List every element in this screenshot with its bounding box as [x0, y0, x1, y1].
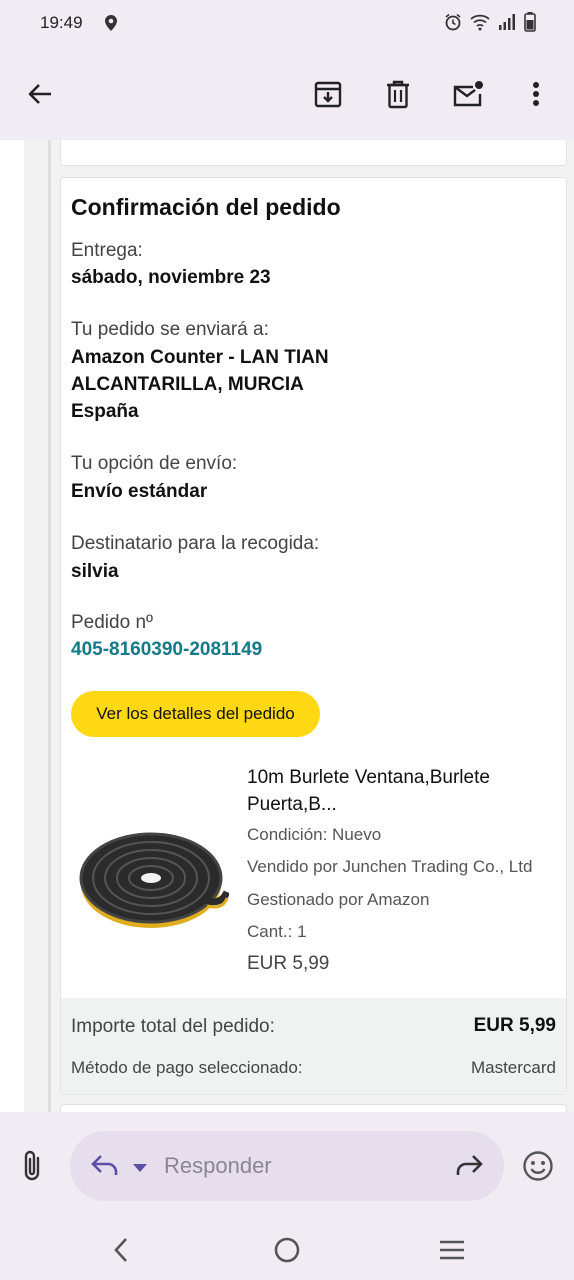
recipient-name: silvia	[71, 561, 119, 582]
reply-placeholder: Responder	[164, 1153, 272, 1178]
reply-bar: Responder	[0, 1112, 574, 1220]
reply-icon[interactable]	[90, 1151, 120, 1184]
product-quantity: Cant.: 1	[247, 922, 307, 941]
archive-icon[interactable]	[308, 74, 348, 114]
order-title: Confirmación del pedido	[71, 194, 341, 220]
email-toolbar	[0, 48, 574, 140]
order-number-link[interactable]: 405-8160390-2081149	[71, 639, 262, 661]
ship-to-label: Tu pedido se enviará a:	[71, 319, 269, 340]
forward-icon[interactable]	[454, 1152, 484, 1183]
order-number-label: Pedido nº	[71, 612, 153, 633]
mark-unread-icon[interactable]	[448, 74, 488, 114]
emoji-icon[interactable]	[522, 1150, 554, 1187]
more-vert-icon[interactable]	[516, 74, 556, 114]
shipping-option: Envío estándar	[71, 481, 208, 502]
delivery-date: sábado, noviembre 23	[71, 267, 271, 288]
order-confirmation-card: Confirmación del pedido Entrega: sábado,…	[60, 177, 567, 1095]
dropdown-icon[interactable]	[132, 1160, 148, 1178]
back-arrow-icon[interactable]	[20, 74, 60, 114]
nav-home-icon[interactable]	[262, 1230, 312, 1270]
delivery-label: Entrega:	[71, 240, 143, 261]
product-fulfilled: Gestionado por Amazon	[247, 890, 430, 909]
system-nav-bar	[0, 1220, 574, 1280]
nav-recents-icon[interactable]	[427, 1230, 477, 1270]
product-seller: Vendido por Junchen Trading Co., Ltd	[247, 857, 533, 876]
delete-icon[interactable]	[378, 74, 418, 114]
email-body[interactable]: Confirmación del pedido Entrega: sábado,…	[0, 140, 574, 1112]
location-icon	[104, 14, 118, 37]
next-card	[60, 1104, 567, 1112]
alarm-icon	[444, 13, 462, 36]
attach-icon[interactable]	[18, 1148, 48, 1189]
recipient-label: Destinatario para la recogida:	[71, 533, 320, 554]
total-label: Importe total del pedido:	[71, 1016, 275, 1037]
view-order-details-button[interactable]: Ver los detalles del pedido	[71, 691, 320, 737]
order-totals: Importe total del pedido: EUR 5,99 Métod…	[61, 998, 566, 1094]
payment-method-label: Método de pago seleccionado:	[71, 1058, 303, 1077]
address-line1: Amazon Counter - LAN TIAN	[71, 347, 329, 368]
address-line3: España	[71, 401, 139, 422]
battery-icon	[524, 12, 536, 37]
signal-icon	[498, 13, 516, 36]
product-title-link[interactable]: 10m Burlete Ventana,Burlete Puerta,B...	[247, 764, 557, 818]
total-value: EUR 5,99	[473, 1015, 556, 1036]
shipping-option-label: Tu opción de envío:	[71, 453, 238, 474]
reply-input[interactable]: Responder	[70, 1131, 504, 1201]
nav-back-icon[interactable]	[96, 1230, 146, 1270]
product-condition: Condición: Nuevo	[247, 825, 382, 844]
address-line2: ALCANTARILLA, MURCIA	[71, 374, 304, 395]
status-time: 19:49	[40, 13, 83, 32]
status-bar: 19:49	[0, 0, 574, 48]
product-price: EUR 5,99	[247, 953, 330, 974]
payment-method-value: Mastercard	[470, 1058, 556, 1077]
quote-rail	[0, 140, 24, 1112]
previous-card	[60, 140, 567, 166]
product-image[interactable]	[77, 818, 231, 936]
quote-line	[48, 140, 51, 1112]
wifi-icon	[470, 13, 490, 36]
